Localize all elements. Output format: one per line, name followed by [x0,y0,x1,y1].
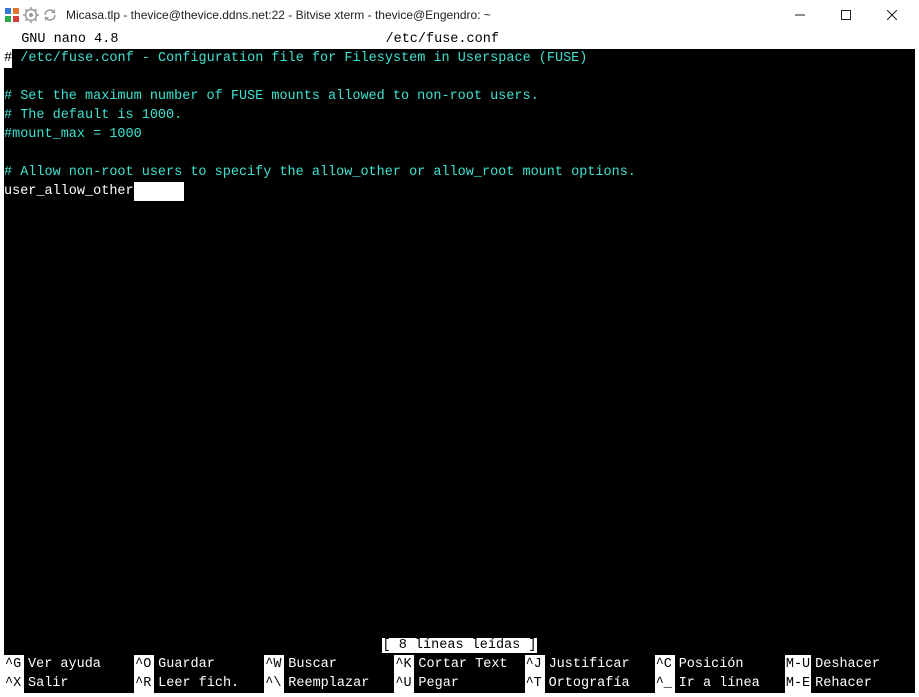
shortcut-goto: ^_Ir a línea [655,674,785,693]
bitvise-icon [4,7,20,23]
cursor-icon [134,182,184,201]
file-line-4: # The default is 1000. [4,108,182,123]
shortcut-exit: ^XSalir [4,674,134,693]
shortcut-undo: M-UDeshacer [785,655,915,674]
shortcut-spell: ^TOrtografía [525,674,655,693]
nano-filename: /etc/fuse.conf [119,30,765,49]
maximize-button[interactable] [823,0,869,30]
terminal[interactable]: GNU nano 4.8 /etc/fuse.conf # /etc/fuse.… [4,30,915,693]
nano-app-name: GNU nano 4.8 [4,30,119,49]
shortcut-readfile: ^RLeer fich. [134,674,264,693]
nano-header-right [765,30,915,49]
editor-content[interactable]: # /etc/fuse.conf - Configuration file fo… [4,49,915,201]
close-button[interactable] [869,0,915,30]
line1-hash: # [4,49,12,68]
shortcut-cut: ^KCortar Text [394,655,524,674]
shortcut-justify: ^JJustificar [525,655,655,674]
settings-icon[interactable] [23,7,39,23]
shortcut-help: ^GVer ayuda [4,655,134,674]
window-titlebar: Micasa.tlp - thevice@thevice.ddns.net:22… [0,0,919,30]
nano-status-line: [ 8 líneas leídas ] [4,636,915,655]
shortcut-replace: ^\Reemplazar [264,674,394,693]
file-line-5: #mount_max = 1000 [4,127,142,142]
minimize-button[interactable] [777,0,823,30]
nano-header: GNU nano 4.8 /etc/fuse.conf [4,30,915,49]
file-line-1: /etc/fuse.conf - Configuration file for … [12,51,587,66]
file-line-3: # Set the maximum number of FUSE mounts … [4,89,539,104]
file-line-8: user_allow_other [4,184,134,199]
shortcut-position: ^CPosición [655,655,785,674]
window-title: Micasa.tlp - thevice@thevice.ddns.net:22… [66,8,491,22]
file-line-7: # Allow non-root users to specify the al… [4,165,636,180]
shortcut-redo: M-ERehacer [785,674,915,693]
shortcut-search: ^WBuscar [264,655,394,674]
app-icons [4,7,58,23]
shortcut-writeout: ^OGuardar [134,655,264,674]
shortcut-paste: ^UPegar [394,674,524,693]
nano-status-text: [ 8 líneas leídas ] [382,638,538,653]
refresh-icon[interactable] [42,7,58,23]
nano-shortcuts: ^GVer ayuda ^OGuardar ^WBuscar ^KCortar … [4,655,915,693]
